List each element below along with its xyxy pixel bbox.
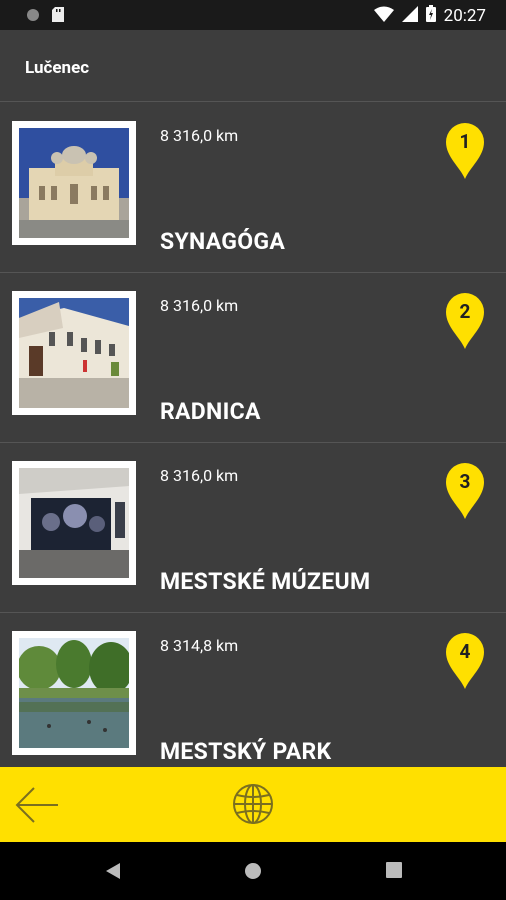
list-item[interactable]: 8 316,0 km RADNICA 2	[0, 273, 506, 443]
nav-back-icon[interactable]	[104, 862, 122, 884]
pin-number: 3	[459, 470, 471, 493]
clock: 20:27	[443, 6, 486, 26]
nav-home-icon[interactable]	[244, 862, 262, 884]
place-thumbnail[interactable]	[12, 291, 136, 415]
map-pin-icon[interactable]: 2	[444, 291, 486, 349]
battery-icon	[425, 5, 436, 27]
places-list: 8 316,0 km SYNAGÓGA 1 8 316,0 km RADNICA…	[0, 103, 506, 767]
signal-icon	[401, 5, 418, 27]
place-name: RADNICA	[160, 398, 261, 425]
back-arrow-icon[interactable]	[14, 785, 60, 825]
distance-label: 8 316,0 km	[160, 466, 239, 485]
bottom-toolbar	[0, 767, 506, 842]
place-name: MESTSKÝ PARK	[160, 738, 332, 765]
wifi-icon	[373, 6, 394, 27]
map-pin-icon[interactable]: 4	[444, 631, 486, 689]
map-pin-icon[interactable]: 1	[444, 121, 486, 179]
town-hall-image	[19, 298, 129, 408]
list-item[interactable]: 8 316,0 km MESTSKÉ MÚZEUM 3	[0, 443, 506, 613]
distance-label: 8 316,0 km	[160, 296, 239, 315]
pin-number: 1	[459, 130, 471, 153]
pin-number: 2	[459, 300, 471, 323]
app-header: Lučenec	[0, 30, 506, 102]
globe-icon[interactable]	[232, 783, 274, 825]
place-thumbnail[interactable]	[12, 461, 136, 585]
place-name: SYNAGÓGA	[160, 228, 286, 255]
list-item[interactable]: 8 316,0 km SYNAGÓGA 1	[0, 103, 506, 273]
distance-label: 8 316,0 km	[160, 126, 239, 145]
distance-label: 8 314,8 km	[160, 636, 239, 655]
pin-number: 4	[459, 640, 471, 663]
record-icon	[26, 7, 40, 26]
place-thumbnail[interactable]	[12, 121, 136, 245]
nav-recents-icon[interactable]	[386, 862, 402, 882]
place-name: MESTSKÉ MÚZEUM	[160, 568, 371, 595]
system-navigation-bar	[0, 842, 506, 900]
map-pin-icon[interactable]: 3	[444, 461, 486, 519]
park-image	[19, 638, 129, 748]
synagogue-image	[19, 128, 129, 238]
status-bar: 20:27	[0, 0, 506, 30]
page-title: Lučenec	[25, 58, 90, 78]
list-item[interactable]: 8 314,8 km MESTSKÝ PARK 4	[0, 613, 506, 767]
place-thumbnail[interactable]	[12, 631, 136, 755]
museum-image	[19, 468, 129, 578]
sd-card-icon	[52, 7, 64, 26]
